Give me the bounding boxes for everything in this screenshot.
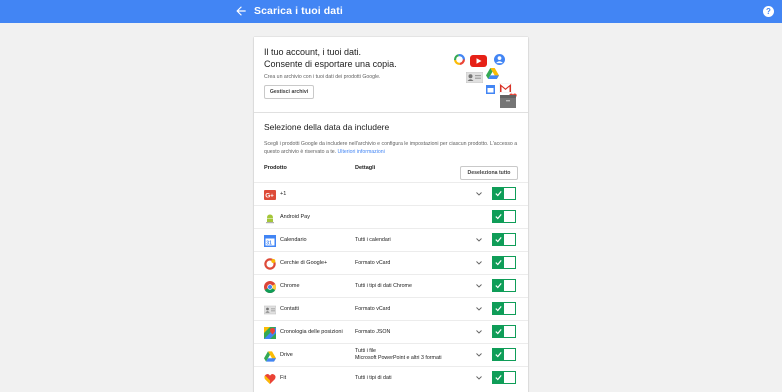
product-details-line1: Tutti i file: [355, 348, 376, 354]
product-details-line1: Tutti i calendari: [355, 237, 391, 243]
product-details: Formato vCard: [355, 306, 390, 313]
product-name: Android Pay: [280, 214, 310, 220]
chrome-icon: [264, 280, 277, 294]
product-details: Tutti i file Microsoft PowerPoint e altri…: [355, 348, 442, 362]
selection-title: Selezione della data da includere: [264, 122, 390, 132]
hero-section: Il tuo account, i tuoi dati. Consente di…: [254, 37, 528, 113]
product-details-line1: Formato vCard: [355, 306, 391, 312]
check-icon: [493, 188, 504, 199]
product-details: Formato vCard: [355, 260, 390, 267]
svg-text:+: +: [270, 193, 274, 199]
youtube-icon: [470, 55, 487, 67]
product-row: G + +1: [254, 182, 528, 205]
product-details: Tutti i tipi di dati: [355, 375, 392, 382]
back-arrow-icon[interactable]: [234, 4, 248, 18]
product-row: Contatti Formato vCard: [254, 297, 528, 320]
product-row: Android Pay: [254, 205, 528, 228]
app-header: Scarica i tuoi dati ?: [0, 0, 782, 23]
product-name: Cronologia delle posizioni: [280, 329, 343, 335]
product-name: Drive: [280, 352, 293, 358]
check-icon: [493, 349, 504, 360]
hero-subtitle: Crea un archivio con i tuoi dati dei pro…: [264, 74, 381, 80]
product-name: Contatti: [280, 306, 299, 312]
contacts-icon: [263, 303, 277, 315]
drive-icon: [264, 349, 276, 362]
product-row: Cronologia delle posizioni Formato JSON: [254, 320, 528, 343]
google-photos-icon: [454, 54, 465, 65]
product-name: +1: [280, 191, 287, 197]
product-details: Tutti i tipi di dati Chrome: [355, 283, 412, 290]
help-icon[interactable]: ?: [763, 6, 774, 17]
manage-archives-button[interactable]: Gestisci archivi: [264, 85, 314, 99]
chevron-down-icon[interactable]: [476, 261, 482, 265]
page-title: Scarica i tuoi dati: [254, 5, 343, 17]
product-include-toggle[interactable]: [492, 348, 516, 361]
product-name: Chrome: [280, 283, 300, 289]
drive-icon: [486, 68, 499, 79]
google-plus-circles-icon: [264, 257, 276, 270]
hero-title: Il tuo account, i tuoi dati. Consente di…: [264, 46, 414, 70]
check-icon: [493, 234, 504, 245]
product-details: Tutti i calendari: [355, 237, 391, 244]
chevron-down-icon[interactable]: [476, 307, 482, 311]
deselect-all-button[interactable]: Deseleziona tutto: [460, 166, 518, 180]
check-icon: [493, 257, 504, 268]
product-include-toggle[interactable]: [492, 302, 516, 315]
product-name: Cerchie di Google+: [280, 260, 328, 266]
chevron-down-icon[interactable]: [476, 238, 482, 242]
product-row: 31 Calendario Tutti i calendari: [254, 228, 528, 251]
profile-icon: [494, 54, 505, 65]
product-include-toggle[interactable]: [492, 210, 516, 223]
calendar-icon: [486, 85, 495, 94]
hero-title-line2: Consente di esportare una copia.: [264, 59, 397, 69]
product-details-line1: Formato vCard: [355, 260, 391, 266]
product-details-line2: Microsoft PowerPoint e altri 3 formati: [355, 355, 442, 361]
product-name: Calendario: [280, 237, 307, 243]
product-include-toggle[interactable]: [492, 279, 516, 292]
product-row: Fit Tutti i tipi di dati: [254, 366, 528, 389]
product-details-line1: Formato JSON: [355, 329, 391, 335]
selection-description: Scegli i prodotti Google da includere ne…: [264, 140, 524, 156]
chevron-down-icon[interactable]: [476, 353, 482, 357]
column-header-details: Dettagli: [355, 165, 376, 171]
check-icon: [493, 280, 504, 291]
product-row: Chrome Tutti i tipi di dati Chrome: [254, 274, 528, 297]
takeout-card: Il tuo account, i tuoi dati. Consente di…: [254, 37, 528, 392]
chevron-down-icon[interactable]: [476, 376, 482, 380]
product-include-toggle[interactable]: [492, 187, 516, 200]
svg-text:31: 31: [266, 240, 272, 246]
product-details-line1: Tutti i tipi di dati Chrome: [355, 283, 412, 289]
check-icon: [493, 303, 504, 314]
google-plus-one-icon: G +: [264, 188, 276, 200]
product-include-toggle[interactable]: [492, 233, 516, 246]
product-include-toggle[interactable]: [492, 256, 516, 269]
maps-location-history-icon: [264, 326, 276, 339]
product-name: Fit: [280, 375, 287, 381]
archive-box-icon: [500, 95, 516, 108]
calendar-icon: 31: [264, 234, 276, 247]
product-details-line1: Tutti i tipi di dati: [355, 375, 392, 381]
hero-title-line1: Il tuo account, i tuoi dati.: [264, 47, 362, 57]
product-details: Formato JSON: [355, 329, 390, 336]
product-row: Cerchie di Google+ Formato vCard: [254, 251, 528, 274]
contacts-card-icon: [466, 72, 483, 83]
product-include-toggle[interactable]: [492, 325, 516, 338]
android-pay-icon: [264, 211, 276, 224]
check-icon: [493, 211, 504, 222]
check-icon: [493, 326, 504, 337]
fit-icon: [264, 372, 276, 384]
product-include-toggle[interactable]: [492, 371, 516, 384]
check-icon: [493, 372, 504, 383]
chevron-down-icon[interactable]: [476, 192, 482, 196]
gmail-icon: [499, 83, 512, 93]
chevron-down-icon[interactable]: [476, 284, 482, 288]
product-row: Drive Tutti i file Microsoft PowerPoint e …: [254, 343, 528, 366]
selection-description-text: Scegli i prodotti Google da includere ne…: [264, 141, 518, 155]
learn-more-link[interactable]: Ulteriori informazioni: [338, 149, 385, 155]
chevron-down-icon[interactable]: [476, 330, 482, 334]
column-header-product: Prodotto: [264, 165, 287, 171]
